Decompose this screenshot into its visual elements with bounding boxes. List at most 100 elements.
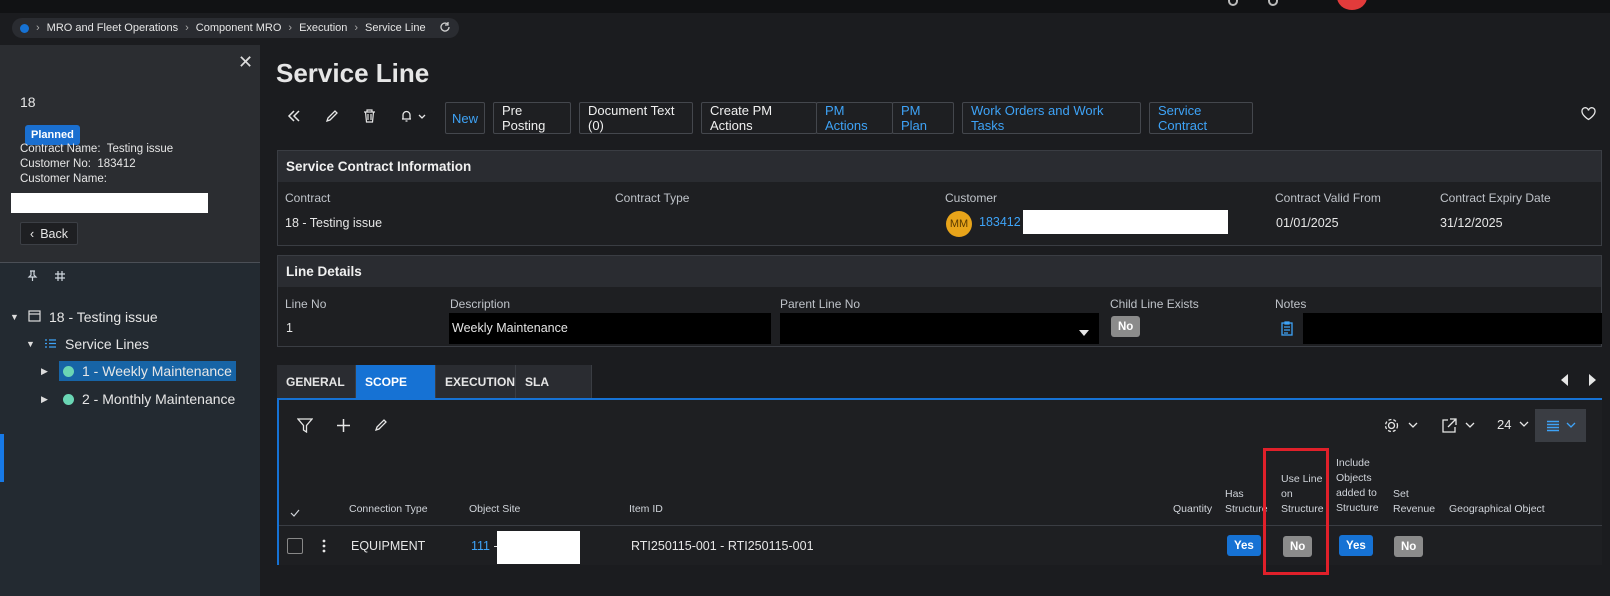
tree-toolbar — [27, 270, 66, 285]
tree-group-label: Service Lines — [65, 336, 150, 352]
document-text-button[interactable]: Document Text (0) — [579, 102, 693, 134]
redacted-customer-name — [11, 193, 208, 213]
tab-execution[interactable]: EXECUTION — [436, 365, 516, 398]
chevron-right-icon: › — [36, 22, 40, 34]
tab-general[interactable]: GENERAL — [277, 365, 356, 398]
col-item-id[interactable]: Item ID — [629, 502, 663, 517]
pre-posting-button[interactable]: Pre Posting — [493, 102, 571, 134]
contract-name-line: Contract Name: Testing issue — [20, 143, 173, 155]
customer-name-label: Customer Name: — [20, 173, 107, 185]
line-no-value: 1 — [286, 321, 293, 335]
customer-no-value: 183412 — [97, 158, 136, 170]
double-chevron-left-icon[interactable] — [287, 108, 301, 128]
caret-right-icon[interactable]: ▶ — [41, 366, 51, 377]
child-line-label: Child Line Exists — [1110, 297, 1199, 311]
left-edge-indicator — [0, 434, 4, 482]
has-structure-badge: Yes — [1227, 535, 1261, 556]
breadcrumb-item-current: Service Line — [365, 22, 426, 34]
page-size-value: 24 — [1497, 417, 1512, 432]
export-icon[interactable] — [1442, 418, 1478, 436]
tree-group-service-lines[interactable]: ▼ Service Lines — [26, 333, 149, 355]
layout-toggle-button[interactable] — [1535, 409, 1586, 442]
chevron-right-icon: › — [354, 22, 359, 34]
create-pm-actions-button[interactable]: Create PM Actions — [701, 102, 817, 134]
valid-from-value: 01/01/2025 — [1276, 216, 1339, 230]
notes-icon[interactable] — [1281, 321, 1293, 339]
tree-item-1[interactable]: ▶ 1 - Weekly Maintenance — [41, 360, 236, 382]
notes-label: Notes — [1275, 297, 1307, 311]
row-checkbox[interactable] — [287, 538, 303, 554]
caret-down-icon — [1079, 324, 1089, 339]
col-connection-type[interactable]: Connection Type — [349, 502, 428, 517]
filter-icon[interactable] — [296, 418, 314, 436]
tree-item-selected[interactable]: 1 - Weekly Maintenance — [59, 361, 236, 381]
close-icon[interactable]: ✕ — [238, 52, 253, 73]
pin-icon[interactable] — [27, 270, 38, 285]
contract-name-label: Contract Name: — [20, 143, 101, 155]
pm-plan-button[interactable]: PM Plan — [892, 102, 954, 134]
edit-icon[interactable] — [374, 418, 388, 435]
parent-line-select[interactable] — [780, 313, 1099, 344]
work-orders-button[interactable]: Work Orders and Work Tasks — [962, 102, 1141, 134]
caret-right-icon[interactable]: ▶ — [41, 394, 51, 405]
object-site-link[interactable]: 111 — [471, 539, 490, 553]
breadcrumb: › MRO and Fleet Operations › Component M… — [12, 18, 459, 38]
breadcrumb-item[interactable]: Execution — [299, 22, 347, 34]
cell-item-id: RTI250115-001 - RTI250115-001 — [631, 539, 814, 553]
breadcrumb-item[interactable]: MRO and Fleet Operations — [47, 22, 178, 34]
delete-icon[interactable] — [363, 108, 376, 128]
chevron-right-icon: › — [288, 22, 293, 34]
set-revenue-badge: No — [1394, 536, 1424, 557]
grid-icon[interactable] — [54, 270, 66, 285]
cell-connection-type: EQUIPMENT — [351, 539, 426, 553]
tree-root[interactable]: ▼ 18 - Testing issue — [10, 306, 158, 328]
back-button[interactable]: ‹ Back — [20, 222, 78, 245]
col-has-structure[interactable]: Has Structure — [1225, 487, 1268, 517]
folder-icon — [28, 309, 41, 325]
caret-down-icon[interactable]: ▼ — [10, 312, 20, 322]
breadcrumb-item[interactable]: Component MRO — [196, 22, 282, 34]
col-geographical-object[interactable]: Geographical Object — [1449, 502, 1545, 517]
add-icon[interactable] — [336, 418, 351, 436]
favorite-icon[interactable] — [1581, 107, 1596, 126]
tree-root-label: 18 - Testing issue — [49, 309, 158, 325]
description-value: Weekly Maintenance — [452, 321, 568, 335]
caret-down-icon[interactable]: ▼ — [26, 339, 36, 349]
page-title: Service Line — [276, 58, 430, 88]
description-label: Description — [450, 297, 511, 311]
new-button[interactable]: New — [445, 102, 485, 134]
tab-scope[interactable]: SCOPE — [356, 365, 436, 398]
tree-item-2[interactable]: ▶ 2 - Monthly Maintenance — [41, 388, 239, 410]
status-badge: Planned — [25, 125, 80, 145]
col-quantity[interactable]: Quantity — [1173, 502, 1212, 517]
customer-link[interactable]: 183412 — [979, 215, 1021, 229]
customer-no-line: Customer No: 183412 — [20, 158, 136, 170]
col-object-site[interactable]: Object Site — [469, 502, 520, 517]
refresh-icon[interactable] — [439, 21, 451, 36]
col-set-revenue[interactable]: Set Revenue — [1393, 487, 1435, 517]
col-include-objects[interactable]: Include Objects added to Structure — [1336, 456, 1379, 516]
expiry-value: 31/12/2025 — [1440, 216, 1503, 230]
tab-sla[interactable]: SLA — [516, 365, 592, 398]
tab-scroll-left-icon[interactable] — [1561, 374, 1569, 389]
valid-from-label: Contract Valid From — [1275, 191, 1381, 205]
settings-icon[interactable] — [1384, 418, 1420, 436]
select-all-icon[interactable] — [290, 505, 300, 520]
bell-icon[interactable] — [399, 108, 429, 128]
service-contract-button[interactable]: Service Contract — [1149, 102, 1253, 134]
page-size-select[interactable]: 24 — [1497, 417, 1529, 432]
redacted-customer-name — [1023, 210, 1228, 234]
edit-icon[interactable] — [325, 108, 339, 128]
description-input[interactable]: Weekly Maintenance — [449, 313, 771, 344]
pm-actions-button[interactable]: PM Actions — [816, 102, 893, 134]
status-dot-icon — [63, 365, 74, 377]
cell-object-site[interactable]: 111 - — [471, 539, 498, 553]
notes-input[interactable] — [1303, 313, 1602, 344]
tab-scroll-right-icon[interactable] — [1588, 374, 1596, 389]
parent-line-label: Parent Line No — [780, 297, 861, 311]
contract-name-value: Testing issue — [106, 143, 174, 155]
row-menu-icon[interactable] — [322, 539, 326, 556]
home-icon[interactable] — [20, 23, 29, 33]
list-icon — [44, 336, 57, 352]
header-divider — [279, 525, 1602, 526]
